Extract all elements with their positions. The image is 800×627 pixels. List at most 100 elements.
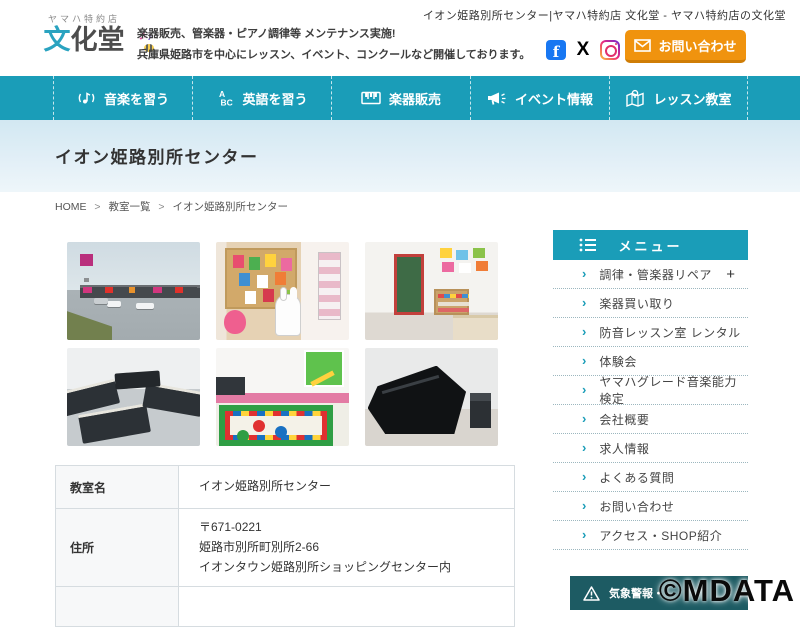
address-building: イオンタウン姫路別所ショッピングセンター内	[199, 558, 514, 578]
nav-item-instrument-sales[interactable]: 楽器販売	[331, 76, 470, 120]
row-label: 教室名	[56, 466, 179, 509]
menu-item-label: 楽器買い取り	[599, 295, 674, 312]
list-icon	[579, 237, 596, 253]
weather-banner-label: 気象警報・	[609, 585, 664, 601]
photo-bulletin-board	[216, 242, 349, 340]
row-label	[56, 587, 179, 627]
row-label: 住所	[56, 509, 179, 587]
nav-item-events[interactable]: イベント情報	[470, 76, 609, 120]
logo-name: 文化堂	[28, 25, 140, 56]
sidebar-item-faq[interactable]: › よくある質問	[553, 463, 748, 492]
contact-button-label: お問い合わせ	[658, 36, 736, 55]
photo-gallery	[67, 242, 499, 446]
breadcrumb-home[interactable]: HOME	[55, 201, 87, 213]
map-pin-icon	[625, 89, 645, 108]
instagram-glyph	[602, 42, 618, 58]
address-street: 姫路市別所町別所2-66	[199, 538, 514, 558]
sidebar-item-company-overview[interactable]: › 会社概要	[553, 405, 748, 434]
sidebar-menu-header: メニュー	[553, 230, 748, 260]
chevron-right-icon: ›	[582, 324, 586, 339]
breadcrumb-classroom-list[interactable]: 教室一覧	[108, 201, 150, 213]
sidebar-item-access-shop-info[interactable]: › アクセス・SHOP紹介	[553, 521, 748, 550]
sidebar-item-tuning-repair[interactable]: › 調律・管楽器リペア +	[553, 260, 748, 289]
chevron-right-icon: ›	[582, 295, 586, 310]
nav-item-label: 楽器販売	[389, 89, 441, 108]
sidebar-item-instrument-buyback[interactable]: › 楽器買い取り	[553, 289, 748, 318]
menu-item-label: お問い合わせ	[599, 498, 674, 515]
x-glyph: X	[577, 39, 590, 61]
address-postal: 〒671-0221	[199, 518, 514, 538]
table-row-classroom-name: 教室名 イオン姫路別所センター	[56, 466, 515, 509]
breadcrumb-separator: >	[158, 201, 164, 213]
megaphone-icon	[487, 90, 507, 107]
chevron-right-icon: ›	[582, 266, 586, 281]
page-title: イオン姫路別所センター	[55, 143, 259, 168]
table-row-address: 住所 〒671-0221 姫路市別所町別所2-66 イオンタウン姫路別所ショッピ…	[56, 509, 515, 587]
sidebar-item-recruitment[interactable]: › 求人情報	[553, 434, 748, 463]
photo-grand-piano-room	[365, 348, 498, 446]
menu-item-label: 調律・管楽器リペア	[599, 266, 712, 283]
sidebar-menu: メニュー › 調律・管楽器リペア + › 楽器買い取り › 防音レッスン室 レン…	[553, 230, 748, 550]
nav-item-music[interactable]: 音楽を習う	[53, 76, 192, 120]
chevron-right-icon: ›	[582, 498, 586, 513]
logo-name-first: 文	[44, 25, 71, 56]
sidebar-item-soundproof-room-rental[interactable]: › 防音レッスン室 レンタル	[553, 318, 748, 347]
sidebar-item-yamaha-grade-exam[interactable]: › ヤマハグレード音楽能力検定	[553, 376, 748, 405]
sidebar-item-trial-session[interactable]: › 体験会	[553, 347, 748, 376]
menu-item-label: 会社概要	[599, 411, 649, 428]
row-value: 〒671-0221 姫路市別所町別所2-66 イオンタウン姫路別所ショッピングセ…	[179, 509, 515, 587]
nav-item-label: 音楽を習う	[104, 89, 169, 108]
page-meta-title: イオン姫路別所センター|ヤマハ特約店 文化堂 - ヤマハ特約店の文化堂	[423, 7, 786, 23]
photo-shopping-center-exterior	[67, 242, 200, 340]
page-title-band: イオン姫路別所センター	[0, 120, 800, 192]
breadcrumb-separator: >	[94, 201, 100, 213]
menu-item-label: よくある質問	[599, 469, 674, 486]
x-twitter-icon[interactable]: X	[573, 40, 593, 60]
sidebar-item-contact[interactable]: › お問い合わせ	[553, 492, 748, 521]
facebook-icon[interactable]: f	[546, 40, 566, 60]
weather-warning-banner[interactable]: 気象警報・	[570, 576, 748, 610]
photo-kids-classroom-rug	[216, 348, 349, 446]
classroom-info-table: 教室名 イオン姫路別所センター 住所 〒671-0221 姫路市別所町別所2-6…	[55, 465, 515, 627]
expand-plus-icon[interactable]: +	[726, 266, 735, 283]
contact-button[interactable]: お問い合わせ	[625, 30, 746, 63]
instagram-icon[interactable]	[600, 40, 620, 60]
photo-electone-classroom	[67, 348, 200, 446]
menu-title: メニュー	[618, 236, 682, 255]
nav-item-english[interactable]: A BC 英語を習う	[192, 76, 331, 120]
chevron-right-icon: ›	[582, 353, 586, 368]
svg-text:BC: BC	[221, 98, 233, 108]
nav-item-label: 英語を習う	[242, 89, 307, 108]
music-note-icon	[77, 89, 96, 107]
header-tagline: 楽器販売、管楽器・ピアノ調律等 メンテナンス実施! 兵庫県姫路市を中心にレッスン…	[137, 24, 530, 67]
tagline-line1: 楽器販売、管楽器・ピアノ調律等 メンテナンス実施!	[137, 24, 530, 45]
abc-icon: A BC	[216, 89, 234, 107]
logo-name-rest: 化堂	[71, 25, 125, 56]
piano-keys-icon	[361, 90, 381, 106]
breadcrumb-current: イオン姫路別所センター	[172, 201, 288, 213]
chevron-right-icon: ›	[582, 440, 586, 455]
menu-item-label: アクセス・SHOP紹介	[599, 527, 722, 544]
warning-triangle-icon	[583, 586, 600, 601]
menu-item-label: ヤマハグレード音楽能力検定	[599, 373, 748, 407]
facebook-glyph: f	[553, 45, 559, 60]
site-logo[interactable]: ヤマハ特約店 文化堂 ♪♪	[28, 12, 140, 56]
nav-item-label: レッスン教室	[653, 89, 731, 108]
chevron-right-icon: ›	[582, 382, 586, 397]
table-row-cutoff	[56, 587, 515, 627]
chevron-right-icon: ›	[582, 411, 586, 426]
site-header: ヤマハ特約店 文化堂 ♪♪ 楽器販売、管楽器・ピアノ調律等 メンテナンス実施! …	[0, 0, 800, 76]
tagline-line2: 兵庫県姫路市を中心にレッスン、イベント、コンクールなど開催しております。	[137, 45, 530, 66]
menu-item-label: 体験会	[599, 353, 637, 370]
nav-item-lesson-classrooms[interactable]: レッスン教室	[609, 76, 748, 120]
nav-item-label: イベント情報	[515, 89, 593, 108]
photo-classroom-entrance	[365, 242, 498, 340]
menu-item-label: 求人情報	[599, 440, 649, 457]
row-value: イオン姫路別所センター	[179, 466, 515, 509]
logo-store-type: ヤマハ特約店	[28, 12, 140, 25]
chevron-right-icon: ›	[582, 527, 586, 542]
main-nav: 音楽を習う A BC 英語を習う 楽器販売 イベント情報 レッ	[0, 76, 800, 120]
menu-item-label: 防音レッスン室 レンタル	[599, 324, 740, 341]
breadcrumb: HOME > 教室一覧 > イオン姫路別所センター	[55, 199, 288, 214]
social-links: f X	[546, 40, 620, 60]
